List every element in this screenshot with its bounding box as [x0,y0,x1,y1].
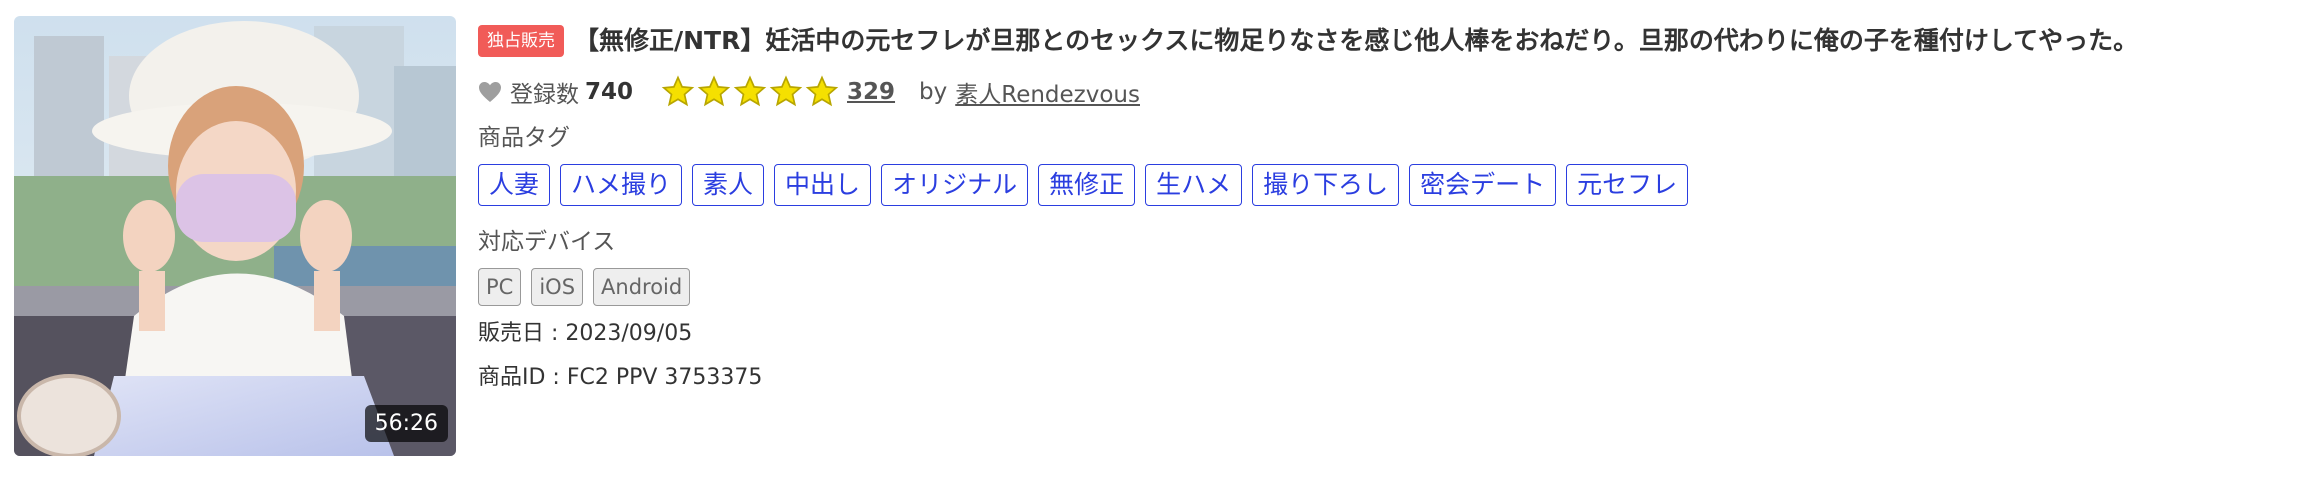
product-id: 商品ID : FC2 PPV 3753375 [478,365,763,390]
thumbnail-image [14,16,456,456]
tag-link[interactable]: 人妻 [478,164,551,206]
favorite-label: 登録数 [510,82,579,108]
review-count-link[interactable]: 329 [847,79,895,105]
tag-link[interactable]: ハメ撮り [560,164,683,206]
devices-label: 対応デバイス [478,229,616,255]
by-label: by [919,79,948,105]
star-icon [769,75,803,107]
tag-link[interactable]: 素人 [692,164,765,206]
favorite-count: 740 [585,79,634,105]
rating-stars [661,75,841,109]
product-title-text[interactable]: 【無修正/NTR】妊活中の元セフレが旦那とのセックスに物足りなさを感じ他人棒をお… [574,26,2138,55]
tags-label: 商品タグ [478,125,570,151]
tag-list: 人妻 ハメ撮り 素人 中出し オリジナル 無修正 生ハメ 撮り下ろし 密会デート 元セフレ [478,164,2308,206]
star-icon [733,75,767,107]
tag-link[interactable]: 元セフレ [1566,164,1689,206]
star-icon [805,75,839,107]
exclusive-badge: 独占販売 [478,25,564,57]
star-icon [661,75,695,107]
device-list: PC iOS Android [478,268,2308,306]
video-duration: 56:26 [364,405,448,442]
product-meta: 登録数 740 329 by 素人Rendezvous [478,72,2308,112]
tag-link[interactable]: 生ハメ [1145,164,1243,206]
tag-link[interactable]: オリジナル [881,164,1029,206]
device-badge: PC [478,268,522,306]
product-thumbnail[interactable]: 56:26 [14,16,456,456]
product-card: 56:26 独占販売 【無修正/NTR】妊活中の元セフレが旦那とのセックスに物足り… [0,0,2314,501]
release-date: 販売日 : 2023/09/05 [478,321,693,346]
product-info: 独占販売 【無修正/NTR】妊活中の元セフレが旦那とのセックスに物足りなさを感じ他… [478,18,2308,400]
tag-link[interactable]: 無修正 [1038,164,1136,206]
tag-link[interactable]: 密会デート [1409,164,1557,206]
tag-link[interactable]: 撮り下ろし [1252,164,1400,206]
star-icon [697,75,731,107]
tag-link[interactable]: 中出し [774,164,872,206]
heart-icon[interactable] [478,81,502,103]
device-badge: Android [593,268,691,306]
device-badge: iOS [531,268,584,306]
seller-link[interactable]: 素人Rendezvous [955,75,1140,109]
product-title[interactable]: 独占販売 【無修正/NTR】妊活中の元セフレが旦那とのセックスに物足りなさを感じ他… [478,18,2308,64]
